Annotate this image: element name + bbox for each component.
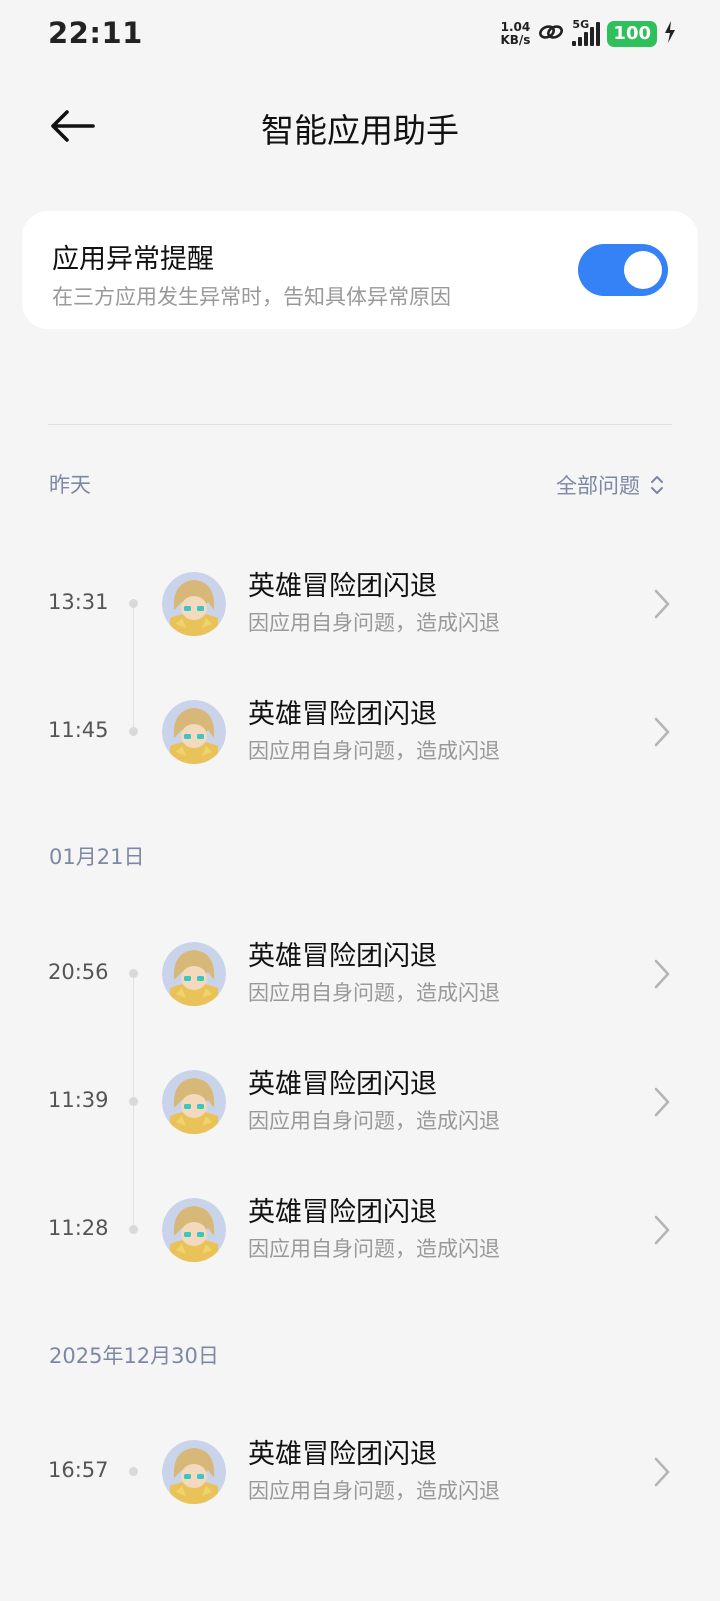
- item-title: 英雄冒险团闪退: [248, 941, 437, 972]
- timeline-dot: [129, 1097, 138, 1106]
- app-alert-toggle[interactable]: [578, 244, 668, 296]
- item-time: 11:28: [48, 1216, 109, 1240]
- list-item[interactable]: 16:57 英雄冒险团闪退 因应用自身问题，造成闪退: [0, 1418, 720, 1528]
- app-alert-title: 应用异常提醒: [52, 244, 214, 275]
- signal-bar: [590, 27, 595, 46]
- group-date: 昨天: [49, 473, 91, 497]
- chevron-right-icon: [654, 717, 670, 747]
- app-icon: [162, 1070, 226, 1134]
- network-speed-unit: KB/s: [500, 33, 531, 47]
- chevron-right-icon: [654, 589, 670, 619]
- status-icons: 1.04 KB/s 5G 100: [500, 16, 676, 52]
- network-speed: 1.04 KB/s: [500, 21, 530, 47]
- item-time: 13:31: [48, 590, 109, 614]
- app-icon: [162, 1198, 226, 1262]
- app-icon: [162, 1440, 226, 1504]
- list-item[interactable]: 11:28 英雄冒险团闪退 因应用自身问题，造成闪退: [0, 1176, 720, 1286]
- item-time: 16:57: [48, 1458, 109, 1482]
- status-bar: 22:11 1.04 KB/s 5G 100: [0, 0, 720, 72]
- item-subtitle: 因应用自身问题，造成闪退: [248, 981, 500, 1005]
- toggle-knob: [624, 251, 662, 289]
- timeline-dot: [129, 599, 138, 608]
- app-icon: [162, 572, 226, 636]
- list-item[interactable]: 20:56 英雄冒险团闪退 因应用自身问题，造成闪退: [0, 920, 720, 1030]
- chevron-right-icon: [654, 1087, 670, 1117]
- charging-icon: [664, 21, 676, 47]
- app-icon: [162, 942, 226, 1006]
- item-title: 英雄冒险团闪退: [248, 1439, 437, 1470]
- list-item[interactable]: 13:31 英雄冒险团闪退 因应用自身问题，造成闪退: [0, 550, 720, 660]
- timeline-dot: [129, 1467, 138, 1476]
- divider: [48, 424, 672, 425]
- sort-updown-icon: [651, 476, 663, 494]
- timeline-dot: [129, 727, 138, 736]
- network-type: 5G: [572, 18, 590, 31]
- item-subtitle: 因应用自身问题，造成闪退: [248, 1109, 500, 1133]
- signal-bar: [596, 22, 601, 46]
- group-date: 2025年12月30日: [49, 1344, 219, 1368]
- issue-filter-button[interactable]: 全部问题: [556, 470, 664, 500]
- item-title: 英雄冒险团闪退: [248, 1069, 437, 1100]
- battery-indicator: 100: [607, 21, 657, 47]
- chevron-right-icon: [654, 959, 670, 989]
- link-icon: [537, 21, 565, 47]
- status-time: 22:11: [48, 16, 143, 50]
- item-time: 20:56: [48, 960, 109, 984]
- page-title: 智能应用助手: [261, 111, 459, 150]
- app-alert-description: 在三方应用发生异常时，告知具体异常原因: [52, 285, 451, 309]
- signal-bar: [572, 41, 577, 46]
- timeline-dot: [129, 969, 138, 978]
- item-subtitle: 因应用自身问题，造成闪退: [248, 739, 500, 763]
- item-subtitle: 因应用自身问题，造成闪退: [248, 1237, 500, 1261]
- item-subtitle: 因应用自身问题，造成闪退: [248, 611, 500, 635]
- item-subtitle: 因应用自身问题，造成闪退: [248, 1479, 500, 1503]
- chevron-right-icon: [654, 1215, 670, 1245]
- group-date: 01月21日: [49, 845, 145, 869]
- item-title: 英雄冒险团闪退: [248, 571, 437, 602]
- item-time: 11:45: [48, 718, 109, 742]
- app-alert-card: 应用异常提醒 在三方应用发生异常时，告知具体异常原因: [22, 211, 698, 329]
- signal-bar: [578, 37, 583, 46]
- item-title: 英雄冒险团闪退: [248, 699, 437, 730]
- signal-bar: [584, 32, 589, 46]
- issue-filter-label: 全部问题: [556, 474, 640, 498]
- chevron-right-icon: [654, 1457, 670, 1487]
- list-item[interactable]: 11:45 英雄冒险团闪退 因应用自身问题，造成闪退: [0, 678, 720, 788]
- list-item[interactable]: 11:39 英雄冒险团闪退 因应用自身问题，造成闪退: [0, 1048, 720, 1158]
- timeline-dot: [129, 1225, 138, 1234]
- app-icon: [162, 700, 226, 764]
- signal-icon: 5G: [572, 18, 601, 46]
- item-time: 11:39: [48, 1088, 109, 1112]
- item-title: 英雄冒险团闪退: [248, 1197, 437, 1228]
